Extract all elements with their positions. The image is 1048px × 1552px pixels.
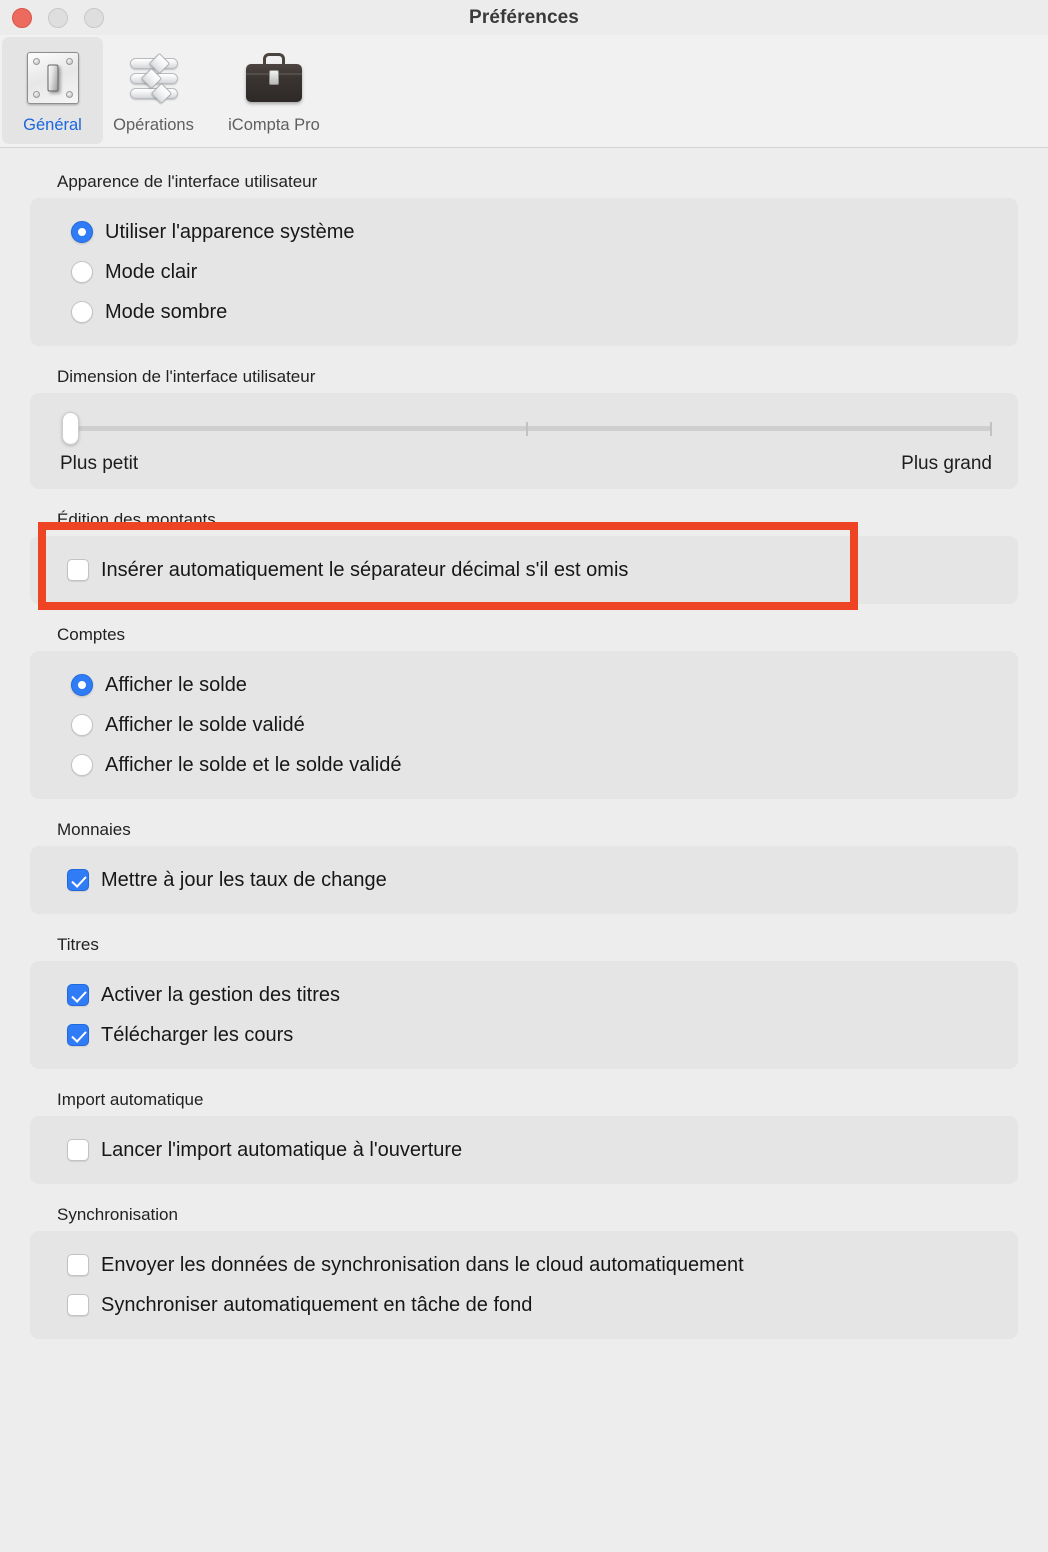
maximize-window-button[interactable]	[84, 8, 104, 28]
toolbar-tab-operations-label: Opérations	[113, 116, 194, 134]
section-auto-import: Import automatique Lancer l'import autom…	[30, 1091, 1018, 1184]
section-sync: Synchronisation Envoyer les données de s…	[30, 1206, 1018, 1339]
checkbox-row-enable-securities[interactable]: Activer la gestion des titres	[30, 975, 1018, 1015]
ui-size-max-label: Plus grand	[901, 453, 992, 474]
checkbox-download-quotes-label: Télécharger les cours	[101, 1024, 294, 1046]
radio-show-both-balances-label: Afficher le solde et le solde validé	[105, 754, 402, 776]
appearance-group: Utiliser l'apparence système Mode clair …	[30, 198, 1018, 346]
radio-light-mode[interactable]	[71, 261, 93, 283]
radio-row-system-appearance[interactable]: Utiliser l'apparence système	[30, 212, 1018, 252]
checkbox-auto-import-on-open[interactable]	[67, 1139, 89, 1161]
amount-editing-group: Insérer automatiquement le séparateur dé…	[30, 522, 1018, 610]
radio-row-show-both-balances[interactable]: Afficher le solde et le solde validé	[30, 745, 1018, 785]
window-titlebar: Préférences	[0, 0, 1048, 35]
radio-light-mode-label: Mode clair	[105, 261, 198, 283]
ui-size-min-label: Plus petit	[60, 453, 139, 474]
ui-size-slider-thumb[interactable]	[62, 412, 79, 445]
light-switch-icon	[23, 49, 83, 107]
auto-import-group: Lancer l'import automatique à l'ouvertur…	[30, 1116, 1018, 1184]
radio-dark-mode-label: Mode sombre	[105, 301, 228, 323]
briefcase-icon	[244, 49, 304, 107]
checkbox-send-sync-to-cloud[interactable]	[67, 1254, 89, 1276]
window-title: Préférences	[469, 6, 579, 28]
section-securities-label: Titres	[57, 935, 99, 954]
preferences-toolbar: Général Opérations iCompta Pro	[0, 35, 1048, 148]
checkbox-auto-decimal-separator[interactable]	[67, 559, 89, 581]
securities-group: Activer la gestion des titres Télécharge…	[30, 961, 1018, 1069]
checkbox-enable-securities[interactable]	[67, 984, 89, 1006]
radio-dark-mode[interactable]	[71, 301, 93, 323]
checkbox-update-exchange-rates-label: Mettre à jour les taux de change	[101, 869, 387, 891]
checkbox-row-download-quotes[interactable]: Télécharger les cours	[30, 1015, 1018, 1055]
minimize-window-button[interactable]	[48, 8, 68, 28]
section-ui-size-label: Dimension de l'interface utilisateur	[57, 367, 316, 386]
section-amount-editing-label: Édition des montants	[57, 510, 216, 529]
radio-row-dark-mode[interactable]: Mode sombre	[30, 292, 1018, 332]
ui-size-slider-tick-mid	[526, 422, 528, 436]
ui-size-slider-tick-end	[990, 422, 992, 436]
section-securities: Titres Activer la gestion des titres Tél…	[30, 936, 1018, 1069]
toolbar-tab-general[interactable]: Général	[2, 37, 103, 144]
accounts-group: Afficher le solde Afficher le solde vali…	[30, 651, 1018, 799]
section-accounts: Comptes Afficher le solde Afficher le so…	[30, 626, 1018, 799]
currencies-group: Mettre à jour les taux de change	[30, 846, 1018, 914]
checkbox-sync-in-background[interactable]	[67, 1294, 89, 1316]
radio-show-balance[interactable]	[71, 674, 93, 696]
traffic-lights	[12, 8, 104, 28]
checkbox-row-send-sync-to-cloud[interactable]: Envoyer les données de synchronisation d…	[30, 1245, 1018, 1285]
section-accounts-label: Comptes	[57, 625, 126, 644]
checkbox-auto-decimal-separator-label: Insérer automatiquement le séparateur dé…	[101, 559, 629, 581]
radio-row-show-cleared-balance[interactable]: Afficher le solde validé	[30, 705, 1018, 745]
ui-size-slider-endpoints: Plus petit Plus grand	[58, 453, 994, 475]
checkbox-download-quotes[interactable]	[67, 1024, 89, 1046]
section-auto-import-label: Import automatique	[57, 1090, 204, 1109]
section-appearance-label: Apparence de l'interface utilisateur	[57, 172, 318, 191]
radio-system-appearance[interactable]	[71, 221, 93, 243]
radio-show-cleared-balance[interactable]	[71, 714, 93, 736]
checkbox-row-update-exchange-rates[interactable]: Mettre à jour les taux de change	[30, 860, 1018, 900]
ui-size-slider-track[interactable]	[70, 426, 992, 431]
section-sync-label: Synchronisation	[57, 1205, 178, 1224]
ui-size-group: Plus petit Plus grand	[30, 393, 1018, 489]
checkbox-row-auto-decimal-separator[interactable]: Insérer automatiquement le séparateur dé…	[30, 550, 1018, 590]
toolbar-tab-operations[interactable]: Opérations	[103, 37, 204, 144]
radio-system-appearance-label: Utiliser l'apparence système	[105, 221, 355, 243]
checkbox-row-sync-in-background[interactable]: Synchroniser automatiquement en tâche de…	[30, 1285, 1018, 1325]
checkbox-auto-import-on-open-label: Lancer l'import automatique à l'ouvertur…	[101, 1139, 463, 1161]
sliders-icon	[124, 49, 184, 107]
ui-size-slider[interactable]	[58, 411, 994, 445]
section-currencies-label: Monnaies	[57, 820, 131, 839]
checkbox-update-exchange-rates[interactable]	[67, 869, 89, 891]
toolbar-tab-icompta-pro[interactable]: iCompta Pro	[204, 37, 344, 144]
radio-show-cleared-balance-label: Afficher le solde validé	[105, 714, 305, 736]
section-amount-editing: Édition des montants Insérer automatique…	[30, 510, 1018, 610]
section-appearance: Apparence de l'interface utilisateur Uti…	[30, 173, 1018, 346]
radio-row-light-mode[interactable]: Mode clair	[30, 252, 1018, 292]
close-window-button[interactable]	[12, 8, 32, 28]
radio-show-both-balances[interactable]	[71, 754, 93, 776]
toolbar-tab-icompta-pro-label: iCompta Pro	[228, 116, 320, 134]
preferences-content: Apparence de l'interface utilisateur Uti…	[0, 148, 1048, 1552]
checkbox-sync-in-background-label: Synchroniser automatiquement en tâche de…	[101, 1294, 533, 1316]
section-currencies: Monnaies Mettre à jour les taux de chang…	[30, 821, 1018, 914]
radio-show-balance-label: Afficher le solde	[105, 674, 247, 696]
sync-group: Envoyer les données de synchronisation d…	[30, 1231, 1018, 1339]
checkbox-enable-securities-label: Activer la gestion des titres	[101, 984, 340, 1006]
checkbox-send-sync-to-cloud-label: Envoyer les données de synchronisation d…	[101, 1254, 744, 1276]
section-ui-size: Dimension de l'interface utilisateur Plu…	[30, 368, 1018, 489]
radio-row-show-balance[interactable]: Afficher le solde	[30, 665, 1018, 705]
checkbox-row-auto-import-on-open[interactable]: Lancer l'import automatique à l'ouvertur…	[30, 1130, 1018, 1170]
toolbar-tab-general-label: Général	[23, 116, 82, 134]
